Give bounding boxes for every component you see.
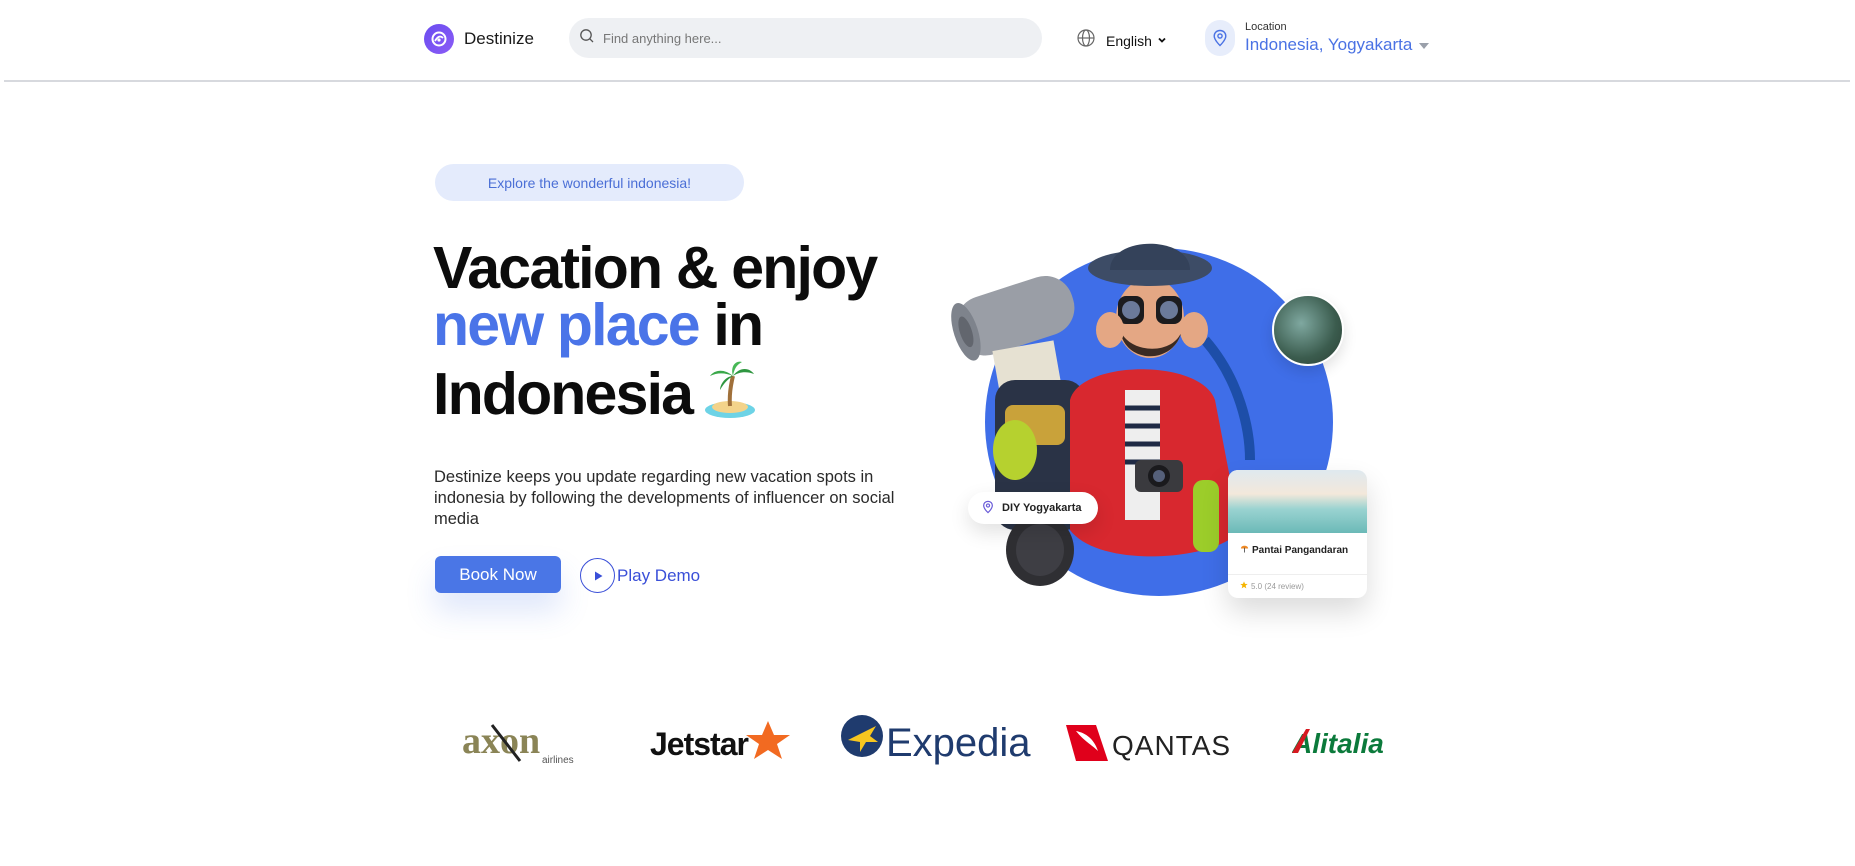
headline-line-1: Vacation & enjoy <box>433 235 878 301</box>
jetstar-text: Jetstar <box>650 726 749 762</box>
jetstar-logo: Jetstar <box>650 721 790 762</box>
expedia-text: Expedia <box>886 721 1031 765</box>
diy-location-card[interactable]: DIY Yogyakarta <box>968 492 1098 524</box>
headline-in: in <box>698 292 764 358</box>
top-navbar: Destinize English <box>4 0 1850 82</box>
brand-name: Destinize <box>464 29 534 48</box>
axon-sub-text: airlines <box>542 755 574 765</box>
place-name: Pantai Pangandaran <box>1252 544 1349 556</box>
location-value[interactable]: Indonesia, Yogyakarta <box>1245 35 1430 55</box>
palm-island-icon <box>702 360 758 429</box>
headline-line-3: Indonesia <box>433 360 953 429</box>
location-value-text: Indonesia, Yogyakarta <box>1245 35 1413 54</box>
caret-down-icon <box>1418 35 1430 55</box>
qantas-logo: QANTAS <box>1066 725 1231 761</box>
brand-logo-icon <box>424 24 454 54</box>
search-icon <box>579 28 595 49</box>
hero-headline: Vacation & enjoy new place in Indonesia <box>433 235 953 429</box>
hero-illustration: DIY Yogyakarta Pantai Pangandaran 5.0 (2… <box>950 230 1390 630</box>
hero-description: Destinize keeps you update regarding new… <box>434 468 895 528</box>
place-card[interactable]: Pantai Pangandaran 5.0 (24 review) <box>1228 470 1367 598</box>
axon-airlines-logo: axon airlines <box>462 721 574 765</box>
beach-umbrella-icon <box>1240 544 1249 556</box>
language-dropdown[interactable]: English <box>1106 32 1167 50</box>
language-label: English <box>1106 32 1152 49</box>
partner-logos: axon airlines Jetstar Expedia QANTAS Ali… <box>460 707 1400 767</box>
book-now-button[interactable]: Book Now <box>435 556 561 593</box>
expedia-logo: Expedia <box>841 715 1031 765</box>
location-pin-icon <box>982 500 994 517</box>
alitalia-logo: Alitalia <box>1292 728 1384 759</box>
brand[interactable]: Destinize <box>424 24 534 54</box>
play-demo-label: Play Demo <box>617 565 701 585</box>
headline-highlight: new place <box>433 292 701 358</box>
waterfall-thumbnail[interactable] <box>1272 294 1344 366</box>
play-icon <box>580 558 615 593</box>
beach-photo <box>1228 470 1367 533</box>
location-pin-icon <box>1205 20 1235 56</box>
axon-text: axon <box>462 721 540 762</box>
place-rating: 5.0 (24 review) <box>1228 574 1367 591</box>
headline-line-2: new place in <box>433 296 953 355</box>
headline-country: Indonesia <box>433 361 694 427</box>
play-demo-button[interactable]: Play Demo <box>580 558 700 593</box>
place-rating-text: 5.0 (24 review) <box>1251 581 1304 591</box>
search-input[interactable] <box>603 30 1042 46</box>
chevron-down-icon <box>1157 32 1167 50</box>
hero-tagline-pill: Explore the wonderful indonesia! <box>435 164 744 201</box>
star-icon <box>1240 581 1248 591</box>
search-bar[interactable] <box>569 18 1042 58</box>
place-card-title: Pantai Pangandaran <box>1228 533 1367 556</box>
location-caption: Location <box>1245 21 1287 33</box>
globe-icon <box>1076 28 1096 53</box>
diy-location-label: DIY Yogyakarta <box>1002 502 1082 514</box>
language-selector[interactable]: English <box>1076 28 1167 53</box>
location-selector[interactable]: Location Indonesia, Yogyakarta <box>1205 20 1430 56</box>
qantas-text: QANTAS <box>1112 730 1231 761</box>
